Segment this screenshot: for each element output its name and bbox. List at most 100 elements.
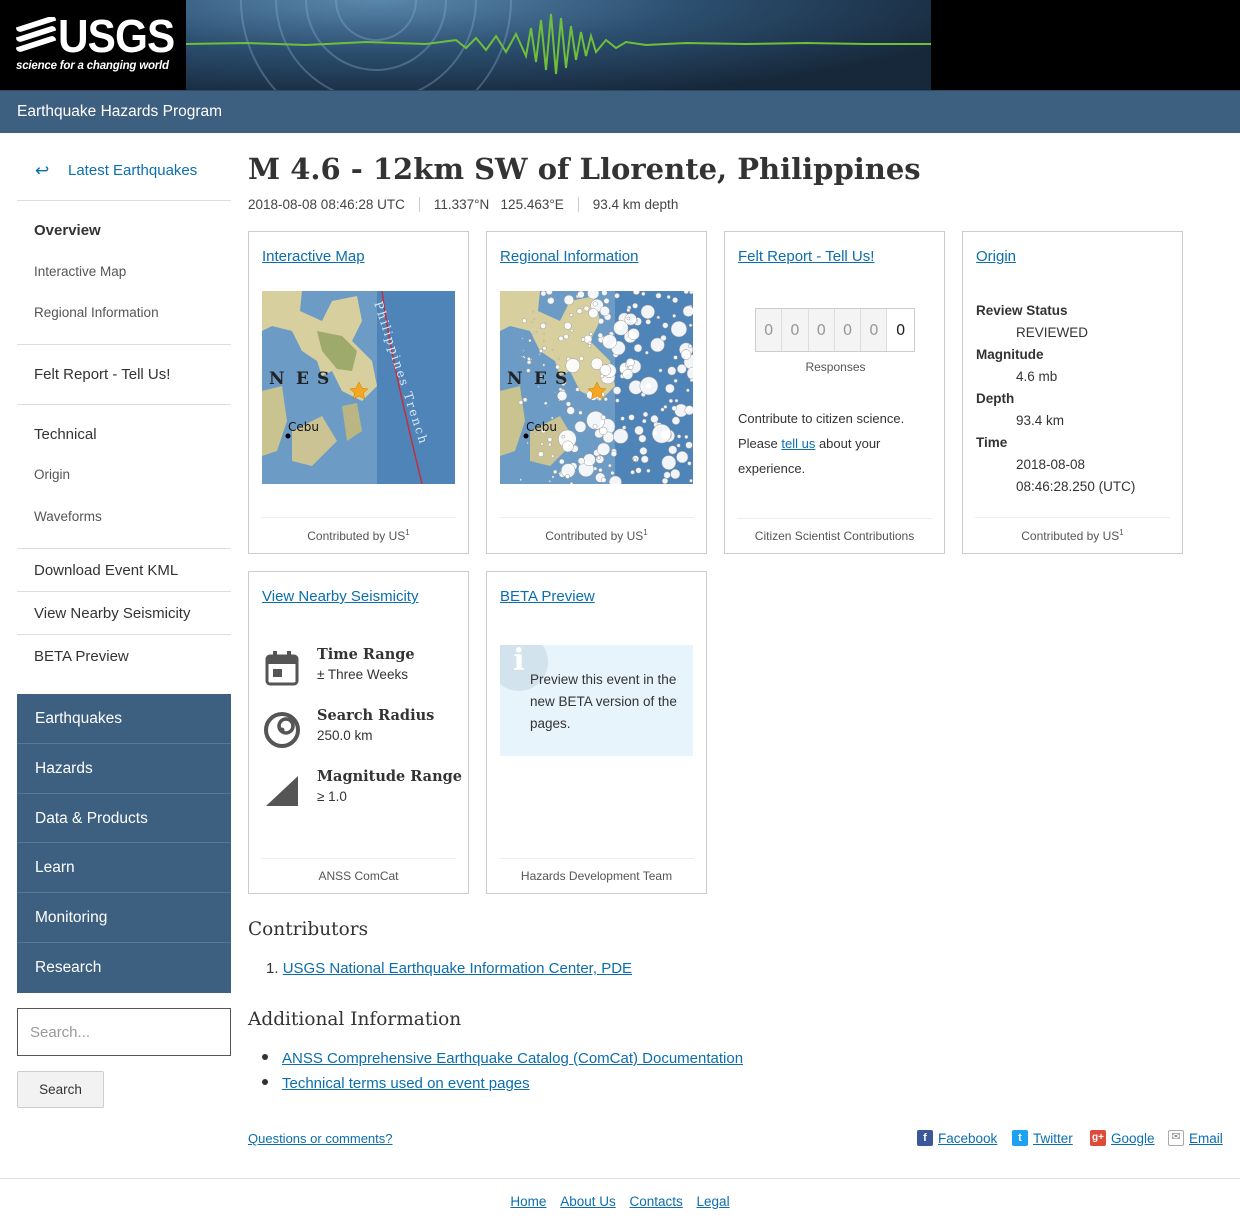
usgs-wave-icon	[16, 17, 56, 55]
seismicity-footer: ANSS ComCat	[261, 858, 456, 883]
interactive-map-thumbnail[interactable]: N E S Cebu Philippines Trench	[262, 291, 455, 484]
seismicity-circle	[677, 434, 682, 439]
search-radius-value: 250.0 km	[317, 728, 373, 743]
seismicity-circle	[592, 301, 598, 307]
seismicity-circle	[662, 322, 669, 329]
sidebar-item-regional-information[interactable]: Regional Information	[34, 305, 159, 320]
seismicity-circle	[522, 355, 525, 358]
comcat-docs-link[interactable]: ANSS Comprehensive Earthquake Catalog (C…	[282, 1050, 743, 1067]
seismicity-circle	[626, 308, 631, 313]
sidebar-item-felt-report[interactable]: Felt Report - Tell Us!	[34, 366, 170, 383]
nearby-seismicity-link[interactable]: View Nearby Seismicity	[262, 588, 418, 605]
interactive-map-card: Interactive Map N E S Cebu Philippines T…	[248, 231, 469, 554]
beta-footer: Hazards Development Team	[499, 858, 694, 883]
nav-data-products[interactable]: Data & Products	[17, 794, 231, 844]
seismicity-circle	[633, 457, 638, 462]
seismicity-circle	[596, 455, 601, 460]
seismicity-circle	[579, 356, 584, 362]
nav-earthquakes[interactable]: Earthquakes	[17, 694, 231, 744]
regional-map-thumbnail[interactable]: N E S Cebu	[500, 291, 693, 484]
seismicity-circle	[526, 368, 531, 373]
sidebar-item-nearby-seismicity[interactable]: View Nearby Seismicity	[34, 605, 190, 622]
program-title[interactable]: Earthquake Hazards Program	[17, 103, 222, 121]
felt-report-link[interactable]: Felt Report - Tell Us!	[738, 248, 874, 265]
seismicity-circle	[640, 304, 655, 320]
seismicity-circle	[527, 357, 531, 361]
sidebar-item-origin[interactable]: Origin	[34, 467, 70, 482]
time-label: Time	[976, 435, 1008, 450]
sidebar-item-waveforms[interactable]: Waveforms	[34, 509, 102, 524]
twitter-link[interactable]: Twitter	[1033, 1131, 1073, 1146]
time-date-value: 2018-08-08	[1016, 457, 1086, 472]
facebook-link[interactable]: Facebook	[938, 1131, 997, 1146]
search-box	[17, 1008, 231, 1056]
counter-digit: 0	[834, 309, 862, 351]
magnitude-range-value: ≥ 1.0	[317, 789, 347, 804]
seismicity-circle	[599, 364, 612, 376]
usgs-logo[interactable]: USGS science for a changing world	[0, 0, 186, 90]
bullet-icon	[262, 1079, 268, 1086]
footer-home-link[interactable]: Home	[510, 1194, 546, 1209]
sidebar-item-beta-preview[interactable]: BETA Preview	[34, 648, 129, 665]
sidebar-item-interactive-map[interactable]: Interactive Map	[34, 264, 126, 279]
interactive-map-link[interactable]: Interactive Map	[262, 248, 365, 265]
nav-hazards[interactable]: Hazards	[17, 744, 231, 794]
sidebar-item-download-kml[interactable]: Download Event KML	[34, 562, 178, 579]
seismicity-circle	[569, 328, 574, 333]
counter-digit: 0	[782, 309, 809, 351]
seismicity-circle	[558, 357, 561, 360]
search-button[interactable]: Search	[17, 1071, 104, 1108]
latest-earthquakes-link[interactable]: ↩ Latest Earthquakes	[17, 161, 231, 201]
seismicity-circle	[628, 365, 634, 370]
seismicity-circle	[684, 434, 689, 439]
nav-learn[interactable]: Learn	[17, 843, 231, 894]
seismicity-circle	[663, 471, 671, 479]
map-label-city: Cebu	[288, 420, 319, 434]
origin-link[interactable]: Origin	[976, 248, 1016, 265]
regional-map-graphic: N E S Cebu	[500, 291, 693, 484]
seismicity-circle	[674, 398, 679, 403]
seismicity-circle	[602, 334, 617, 350]
map-label-s: S	[317, 369, 329, 389]
footer-about-link[interactable]: About Us	[560, 1194, 616, 1209]
search-input[interactable]	[18, 1009, 230, 1055]
seismicity-circle	[542, 333, 545, 336]
seismicity-circle	[599, 426, 608, 436]
regional-information-link[interactable]: Regional Information	[500, 248, 638, 265]
felt-footer: Citizen Scientist Contributions	[737, 518, 932, 543]
sidebar-item-overview[interactable]: Overview	[34, 222, 101, 239]
share-google[interactable]: g+ Google	[1090, 1130, 1155, 1146]
nav-research[interactable]: Research	[17, 943, 231, 993]
time-range-row: Time Range ± Three Weeks	[262, 646, 462, 690]
email-link[interactable]: Email	[1189, 1131, 1223, 1146]
share-twitter[interactable]: t Twitter	[1012, 1130, 1073, 1146]
seismicity-circle	[521, 337, 524, 340]
beta-preview-link[interactable]: BETA Preview	[500, 588, 595, 605]
tell-us-link[interactable]: tell us	[781, 436, 815, 451]
contributor-link[interactable]: USGS National Earthquake Information Cen…	[283, 960, 632, 977]
latest-earthquakes-label[interactable]: Latest Earthquakes	[68, 162, 197, 179]
facebook-icon: f	[917, 1130, 933, 1146]
seismicity-circle	[646, 468, 651, 473]
seismicity-circle	[547, 437, 553, 443]
logo-wordmark: USGS	[58, 10, 175, 62]
share-email[interactable]: ✉ Email	[1168, 1130, 1223, 1146]
seismicity-circle	[598, 467, 603, 473]
google-plus-icon: g+	[1090, 1130, 1106, 1146]
footer-legal-link[interactable]: Legal	[697, 1194, 730, 1209]
questions-link[interactable]: Questions or comments?	[248, 1131, 393, 1146]
seismicity-circle	[589, 332, 593, 336]
seismicity-circle	[548, 297, 551, 299]
time-range-label: Time Range	[317, 646, 415, 663]
beta-info-box[interactable]: i Preview this event in the new BETA ver…	[500, 645, 693, 756]
technical-terms-link[interactable]: Technical terms used on event pages	[282, 1075, 530, 1092]
share-facebook[interactable]: f Facebook	[917, 1130, 997, 1146]
twitter-icon: t	[1012, 1130, 1028, 1146]
sidebar-item-technical[interactable]: Technical	[34, 426, 97, 443]
seismicity-circle	[577, 457, 585, 465]
google-link[interactable]: Google	[1111, 1131, 1155, 1146]
sidebar-divider	[17, 404, 231, 405]
nav-monitoring[interactable]: Monitoring	[17, 893, 231, 943]
footer-contacts-link[interactable]: Contacts	[629, 1194, 682, 1209]
seismicity-circle	[661, 455, 677, 470]
